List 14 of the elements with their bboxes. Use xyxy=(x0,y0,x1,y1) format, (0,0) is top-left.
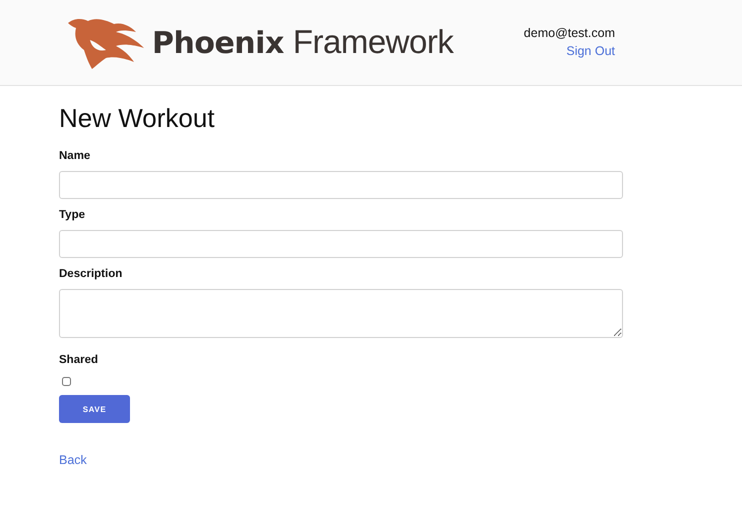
input-field[interactable] xyxy=(59,230,623,258)
text-area[interactable] xyxy=(59,289,623,338)
back-link[interactable]: Back xyxy=(59,453,87,467)
field-label: Description xyxy=(59,268,122,280)
sign-out-link[interactable]: Sign Out xyxy=(566,44,615,58)
user-email: demo@test.com xyxy=(524,26,615,40)
field-label: Name xyxy=(59,150,90,162)
field-label: Shared xyxy=(59,354,98,366)
checkbox[interactable] xyxy=(62,377,71,386)
save-button[interactable]: SAVE xyxy=(59,395,130,423)
field-label: Type xyxy=(59,209,85,221)
page-title: New Workout xyxy=(59,103,216,134)
logo-wordmark: Phoenix Framework xyxy=(152,23,454,61)
input-field[interactable] xyxy=(59,171,623,199)
